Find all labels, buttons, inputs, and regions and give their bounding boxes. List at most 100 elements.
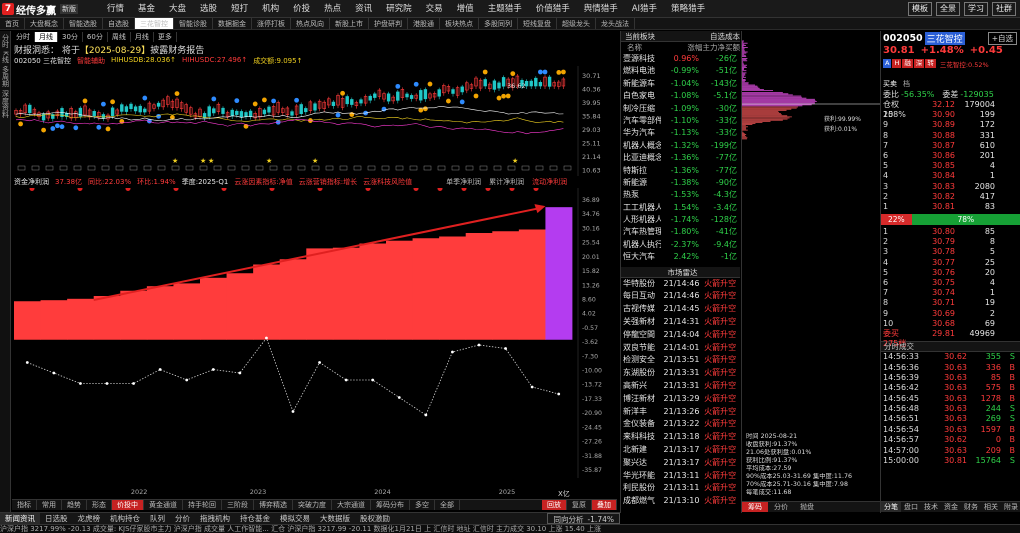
period-button[interactable]: 分时 (12, 31, 35, 42)
page-tab[interactable]: 港股通 (408, 18, 440, 29)
menu-item[interactable]: 大盘 (162, 3, 193, 15)
profit-bar[interactable] (120, 290, 148, 340)
menu-item[interactable]: 热点 (317, 3, 348, 15)
bid-row[interactable]: 2 30.79 8 (881, 237, 1020, 247)
info-tab[interactable]: 模拟交易 (275, 513, 315, 524)
page-tab[interactable]: 涨停打板 (252, 18, 291, 29)
chip-tab[interactable]: 抛盘 (794, 502, 820, 512)
radar-row[interactable]: 古视传媒 21/14:45 火箭升空 (621, 303, 740, 316)
ask-row[interactable]: 5 30.85 4 (881, 161, 1020, 171)
quote-bottom-tab[interactable]: 相关 (981, 502, 1001, 512)
radar-row[interactable]: 成都燃气 21/13:10 火箭升空 (621, 495, 740, 508)
ask-row[interactable]: 3 30.83 2080 (881, 182, 1020, 192)
profit-bar[interactable] (386, 240, 413, 340)
indicator-tab[interactable]: 筹码分布 (371, 500, 410, 510)
ask-row[interactable]: 10 30.90 199 (881, 110, 1020, 120)
menu-item[interactable]: AI猎手 (625, 3, 664, 15)
info-tab[interactable]: 拖拽机构 (195, 513, 235, 524)
profit-bar[interactable] (67, 298, 95, 340)
menu-item[interactable]: 机构 (255, 3, 286, 15)
sector-row[interactable]: 汽车热管理 -1.80% -41亿 (621, 226, 740, 238)
period-button[interactable]: 30分 (58, 31, 83, 42)
period-button[interactable]: 月线 (131, 31, 154, 42)
quote-tab[interactable]: 买卖 (883, 79, 897, 89)
column-header[interactable]: 主力净买额 (702, 42, 741, 53)
bid-row[interactable]: 4 30.77 25 (881, 258, 1020, 268)
top-right-button[interactable]: 学习 (964, 2, 988, 16)
profit-bar[interactable] (253, 264, 281, 340)
sector-row[interactable]: 机器人执行器 -2.37% -9.4亿 (621, 239, 740, 251)
left-strip-item[interactable]: 分时 (1, 34, 10, 48)
sector-row[interactable]: 恒大汽车 2.42% -1亿 (621, 251, 740, 263)
indicator-tab[interactable]: 大宗通道 (332, 500, 371, 510)
top-right-button[interactable]: 社群 (992, 2, 1016, 16)
indicator-tab[interactable]: 指标 (12, 500, 37, 510)
chip-tab[interactable]: 分价 (768, 502, 794, 512)
bid-row[interactable]: 1 30.80 85 (881, 227, 1020, 237)
sector-row[interactable]: 壹源科技 0.96% -26亿 (621, 53, 740, 65)
menu-item[interactable]: 选股 (193, 3, 224, 15)
chip-tab[interactable]: 筹码 (742, 502, 768, 512)
menu-item[interactable]: 增值 (450, 3, 481, 15)
indicator-tab[interactable]: 价投中 (112, 500, 144, 510)
info-tab[interactable]: 机构持仓 (105, 513, 145, 524)
indicator-tab[interactable]: 形态 (87, 500, 112, 510)
page-tab[interactable]: 智能诊股 (174, 18, 213, 29)
radar-row[interactable]: 博汪新材 21/13:29 火箭升空 (621, 393, 740, 406)
indicator-tool-button[interactable]: 回放 (542, 500, 567, 510)
info-tab[interactable]: 新闻资讯 (0, 513, 40, 524)
indicator-tab[interactable]: 博弈精选 (254, 500, 293, 510)
page-tab[interactable]: 护盘研判 (369, 18, 408, 29)
sector-row[interactable]: 新能源车 -1.04% -143亿 (621, 78, 740, 90)
top-right-button[interactable]: 全景 (936, 2, 960, 16)
sector-row[interactable]: 工工机器人 1.54% -3.4亿 (621, 202, 740, 214)
sector-row[interactable]: 特斯拉 -1.36% -77亿 (621, 165, 740, 177)
quote-bottom-tab[interactable]: 财务 (961, 502, 981, 512)
bid-row[interactable]: 3 30.78 5 (881, 247, 1020, 257)
bid-row[interactable]: 5 30.76 20 (881, 268, 1020, 278)
radar-row[interactable]: 金仪装备 21/13:22 火箭升空 (621, 418, 740, 431)
quote-tab[interactable]: 档 (903, 79, 910, 89)
profit-bar[interactable] (306, 248, 334, 340)
quote-bottom-tab[interactable]: 盘口 (901, 502, 921, 512)
profit-bar[interactable] (518, 229, 546, 340)
menu-item[interactable]: 主题猎手 (481, 3, 529, 15)
profit-bar[interactable] (279, 259, 307, 340)
sector-row[interactable]: 汽车零部件 -1.10% -33亿 (621, 115, 740, 127)
period-button[interactable]: 周线 (108, 31, 131, 42)
menu-item[interactable]: 舆情猎手 (577, 3, 625, 15)
menu-item[interactable]: 基金 (131, 3, 162, 15)
info-tab[interactable]: 分价 (170, 513, 195, 524)
sector-row[interactable]: 华为汽车 -1.13% -33亿 (621, 127, 740, 139)
sector-row[interactable]: 机器人概念 -1.32% -199亿 (621, 140, 740, 152)
indicator-tab[interactable]: 多空 (410, 500, 435, 510)
profit-bar[interactable] (545, 207, 573, 340)
info-tab[interactable]: 队列 (145, 513, 170, 524)
page-tab[interactable]: 板块热点 (440, 18, 479, 29)
menu-item[interactable]: 研究院 (379, 3, 419, 15)
indicator-tab[interactable]: 突破力度 (293, 500, 332, 510)
quote-bottom-tab[interactable]: 资金 (941, 502, 961, 512)
profit-bar[interactable] (439, 236, 467, 340)
indicator-tab[interactable]: 持手轮回 (183, 500, 222, 510)
page-tab[interactable]: 热点风向 (291, 18, 330, 29)
sector-row[interactable]: 热泵 -1.53% -4.3亿 (621, 189, 740, 201)
left-strip-item[interactable]: 深度资料 (1, 90, 10, 118)
ask-row[interactable]: 8 30.88 331 (881, 131, 1020, 141)
menu-item[interactable]: 策略猎手 (664, 3, 712, 15)
menu-item[interactable]: 行情 (100, 3, 131, 15)
radar-row[interactable]: 华光环能 21/13:11 火箭升空 (621, 470, 740, 483)
sector-row[interactable]: 人形机器人 -1.74% -128亿 (621, 214, 740, 226)
left-strip-item[interactable]: K线 (1, 51, 10, 63)
page-tab[interactable]: 数据掘金 (213, 18, 252, 29)
column-header[interactable]: 涨幅 (665, 42, 702, 53)
stock-name[interactable]: 三花智控 (924, 31, 965, 45)
ask-row[interactable]: 7 30.87 610 (881, 141, 1020, 151)
radar-row[interactable]: 利民股份 21/13:11 火箭升空 (621, 482, 740, 495)
profit-bar[interactable] (40, 300, 68, 340)
menu-item[interactable]: 价值猎手 (529, 3, 577, 15)
profit-bar[interactable] (465, 233, 493, 340)
sector-row[interactable]: 制冷压缩 -1.09% -30亿 (621, 103, 740, 115)
page-tab[interactable]: 自选股 (103, 18, 135, 29)
info-tab[interactable]: 股权激励 (355, 513, 395, 524)
